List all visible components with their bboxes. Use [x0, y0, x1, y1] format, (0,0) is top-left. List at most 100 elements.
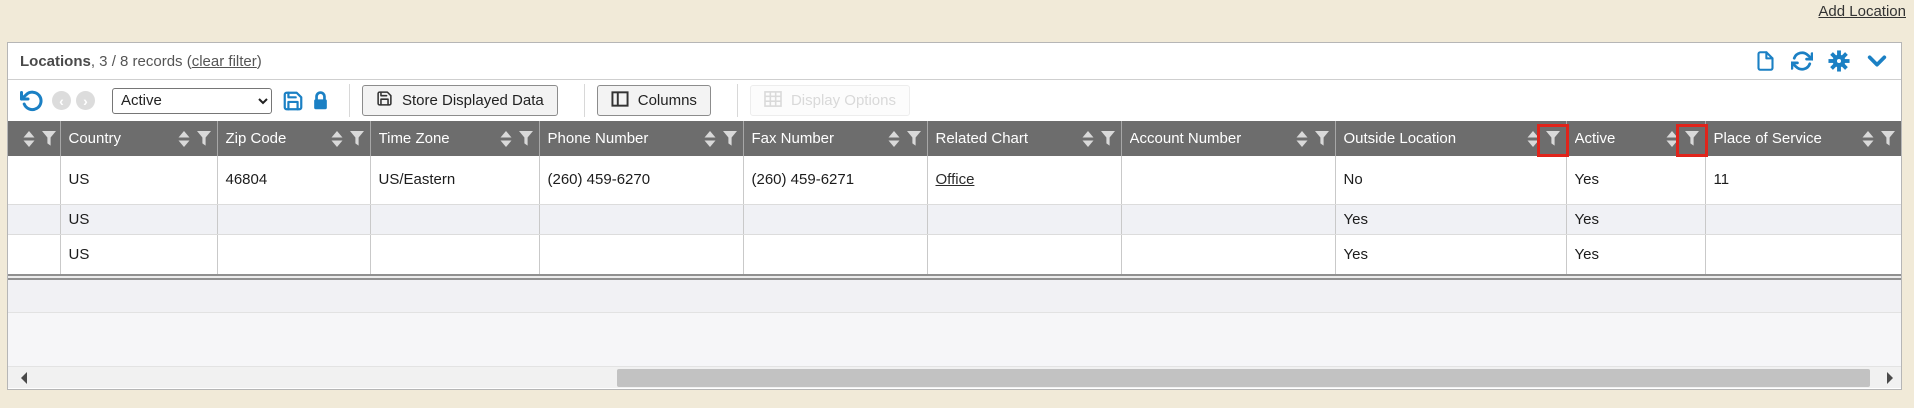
cell-account-number — [1121, 234, 1335, 274]
cell-country: US — [60, 156, 217, 204]
sort-icon[interactable] — [1296, 131, 1308, 147]
refresh-icon[interactable] — [1791, 50, 1813, 72]
titlebar-icon-group — [1755, 50, 1889, 72]
cell-place-of-service — [1705, 234, 1901, 274]
chevron-down-icon[interactable] — [1865, 50, 1889, 72]
filter-icon[interactable] — [1315, 131, 1329, 146]
page-title: Locations, 3 / 8 records (clear filter) — [20, 53, 262, 70]
column-label: Fax Number — [752, 130, 881, 147]
view-filter-select[interactable]: Active — [112, 88, 272, 114]
cell-phone-number: (260) 459-6270 — [539, 156, 743, 204]
file-icon[interactable] — [1755, 50, 1776, 72]
sort-icon[interactable] — [1666, 131, 1678, 147]
column-label: Zip Code — [226, 130, 324, 147]
grid-toolbar: ‹ › Active Store Displayed Data Column — [8, 80, 1901, 121]
table-row[interactable]: US Yes Yes — [8, 204, 1901, 234]
filter-icon[interactable] — [197, 131, 211, 146]
filter-icon[interactable] — [723, 131, 737, 146]
column-header-active[interactable]: Active — [1566, 121, 1705, 156]
filter-icon-active[interactable] — [1685, 131, 1699, 146]
column-label: Outside Location — [1344, 130, 1520, 147]
save-view-icon[interactable] — [282, 90, 304, 112]
sort-icon[interactable] — [704, 131, 716, 147]
columns-icon — [611, 91, 629, 111]
records-count-close: ) — [257, 53, 262, 70]
toolbar-divider — [584, 84, 585, 117]
column-header-time-zone[interactable]: Time Zone — [370, 121, 539, 156]
sort-icon[interactable] — [500, 131, 512, 147]
column-header-fax-number[interactable]: Fax Number — [743, 121, 927, 156]
scroll-right-icon[interactable] — [1887, 372, 1893, 384]
cell-active: Yes — [1566, 204, 1705, 234]
reset-icon[interactable] — [20, 89, 44, 113]
related-chart-link[interactable]: Office — [936, 171, 975, 188]
locations-grid: Country Zip Code Time Zone Phone Number … — [8, 121, 1901, 274]
cell-related-chart — [927, 234, 1121, 274]
grid-header-row: Country Zip Code Time Zone Phone Number … — [8, 121, 1901, 156]
toolbar-divider — [349, 84, 350, 117]
add-location-link[interactable]: Add Location — [1818, 3, 1906, 20]
sort-icon[interactable] — [331, 131, 343, 147]
sort-icon[interactable] — [1862, 131, 1874, 147]
cell-fax-number: (260) 459-6271 — [743, 156, 927, 204]
grid-footer-band — [8, 280, 1901, 313]
next-page-icon[interactable]: › — [76, 91, 95, 110]
cell-phone-number — [539, 234, 743, 274]
row-tools-cell — [8, 234, 60, 274]
display-options-icon — [764, 91, 782, 111]
row-tools-cell — [8, 204, 60, 234]
filter-icon-outside-location[interactable] — [1546, 131, 1560, 146]
column-header-country[interactable]: Country — [60, 121, 217, 156]
cell-account-number — [1121, 204, 1335, 234]
cell-active: Yes — [1566, 234, 1705, 274]
cell-fax-number — [743, 204, 927, 234]
table-row[interactable]: US Yes Yes — [8, 234, 1901, 274]
cell-phone-number — [539, 204, 743, 234]
cell-related-chart: Office — [927, 156, 1121, 204]
cell-related-chart — [927, 204, 1121, 234]
scrollbar-thumb[interactable] — [617, 369, 1870, 387]
cell-time-zone — [370, 234, 539, 274]
column-header-outside-location[interactable]: Outside Location — [1335, 121, 1566, 156]
filter-icon[interactable] — [1101, 131, 1115, 146]
column-header-row-tools[interactable] — [8, 121, 60, 156]
filter-icon[interactable] — [907, 131, 921, 146]
horizontal-scrollbar[interactable] — [8, 366, 1901, 388]
sort-icon[interactable] — [888, 131, 900, 147]
sort-icon[interactable] — [1082, 131, 1094, 147]
column-header-place-of-service[interactable]: Place of Service — [1705, 121, 1901, 156]
cell-zip-code — [217, 234, 370, 274]
cell-time-zone — [370, 204, 539, 234]
cell-outside-location: No — [1335, 156, 1566, 204]
column-header-phone-number[interactable]: Phone Number — [539, 121, 743, 156]
cell-country: US — [60, 204, 217, 234]
columns-label: Columns — [638, 92, 697, 109]
filter-icon[interactable] — [42, 131, 56, 146]
cell-account-number — [1121, 156, 1335, 204]
grid-footer-band — [8, 313, 1901, 366]
filter-icon[interactable] — [350, 131, 364, 146]
column-label: Active — [1575, 130, 1659, 147]
column-label: Place of Service — [1714, 130, 1856, 147]
column-header-account-number[interactable]: Account Number — [1121, 121, 1335, 156]
cell-zip-code: 46804 — [217, 156, 370, 204]
records-count-text: , 3 / 8 records ( — [91, 53, 192, 70]
store-displayed-data-button[interactable]: Store Displayed Data — [362, 85, 558, 116]
display-options-button: Display Options — [750, 85, 910, 116]
clear-filter-link[interactable]: clear filter — [192, 53, 257, 70]
filter-icon[interactable] — [519, 131, 533, 146]
column-label: Related Chart — [936, 130, 1075, 147]
sort-icon[interactable] — [23, 131, 35, 147]
column-header-related-chart[interactable]: Related Chart — [927, 121, 1121, 156]
lock-icon[interactable] — [311, 90, 330, 111]
prev-page-icon[interactable]: ‹ — [52, 91, 71, 110]
column-header-zip-code[interactable]: Zip Code — [217, 121, 370, 156]
sort-icon[interactable] — [1527, 131, 1539, 147]
gear-icon[interactable] — [1828, 50, 1850, 72]
scroll-left-icon[interactable] — [21, 372, 27, 384]
table-row[interactable]: US 46804 US/Eastern (260) 459-6270 (260)… — [8, 156, 1901, 204]
columns-button[interactable]: Columns — [597, 85, 711, 116]
filter-icon[interactable] — [1881, 131, 1895, 146]
sort-icon[interactable] — [178, 131, 190, 147]
cell-outside-location: Yes — [1335, 204, 1566, 234]
